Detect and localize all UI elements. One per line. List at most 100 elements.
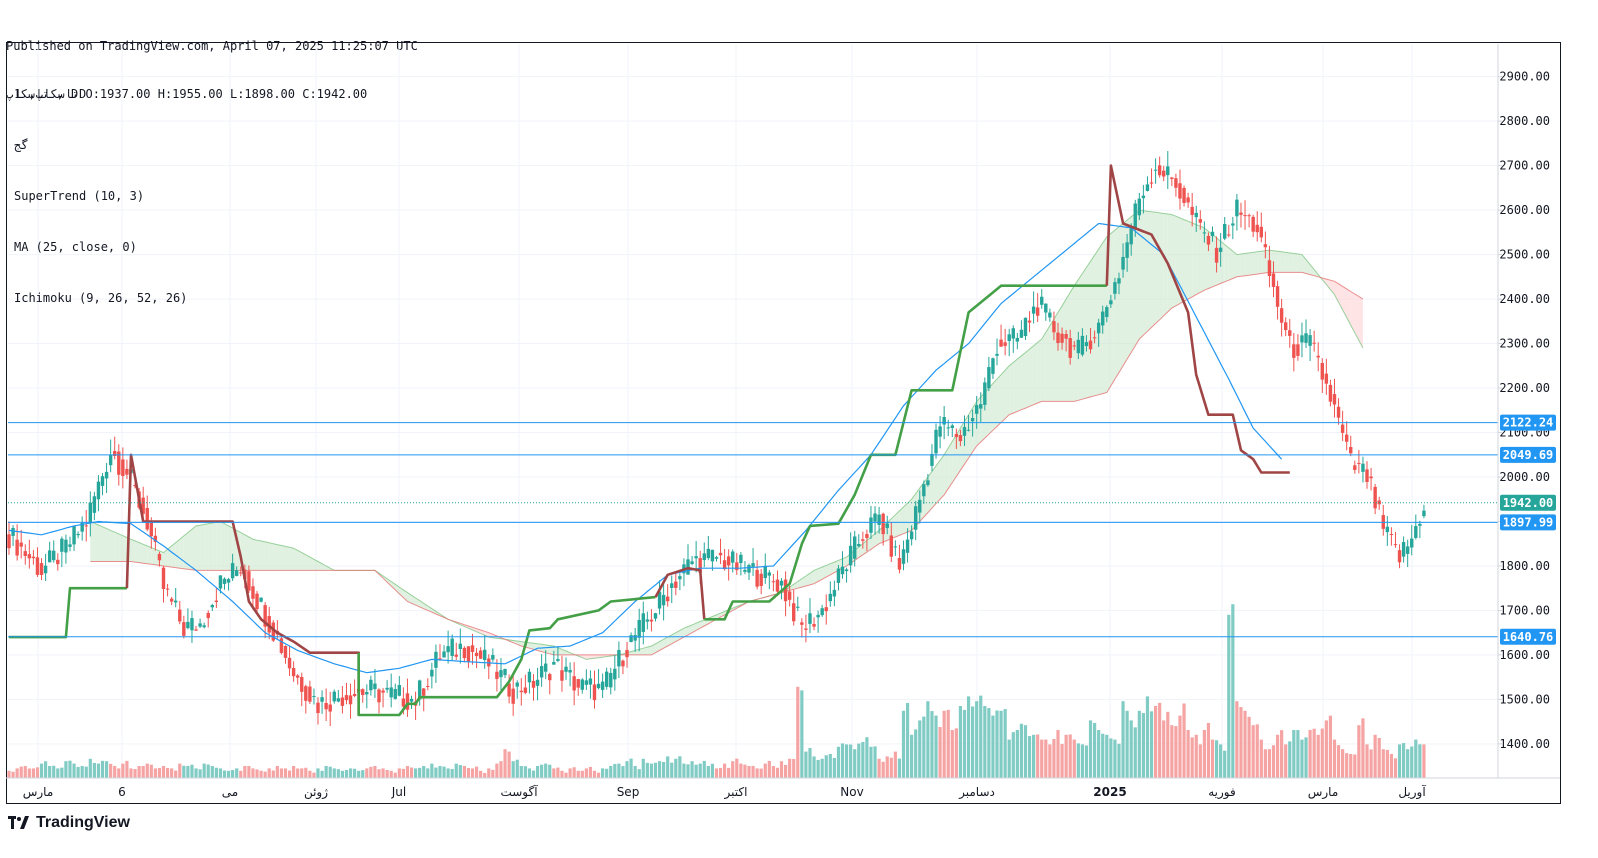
volume-bar <box>487 768 491 778</box>
time-tick-label: 2025 <box>1093 785 1126 799</box>
candle-body <box>783 579 788 602</box>
cloud-segment <box>297 550 302 571</box>
volume-bar <box>1003 709 1007 778</box>
volume-bar <box>255 769 259 778</box>
cloud-segment <box>191 525 197 571</box>
volume-bar <box>1410 746 1414 778</box>
candle-body <box>609 672 613 688</box>
cloud-segment <box>1062 299 1067 402</box>
candle-body <box>1239 212 1243 215</box>
cloud-segment <box>952 434 957 483</box>
cloud-segment <box>1143 210 1148 336</box>
candle-body <box>714 557 719 559</box>
price-chart[interactable]: 1400.001500.001600.001700.001800.001900.… <box>0 0 1598 858</box>
indicator-supertrend[interactable]: SuperTrend (10, 3) <box>14 188 187 205</box>
candle-body <box>422 688 426 696</box>
cloud-segment <box>1001 370 1006 423</box>
candle-body <box>393 688 397 699</box>
candle-body <box>1080 335 1085 355</box>
volume-bar <box>605 768 609 778</box>
volume-bar <box>194 768 198 778</box>
volume-bar <box>930 711 934 778</box>
volume-bar <box>393 772 397 778</box>
cloud-segment <box>269 542 274 571</box>
volume-bar <box>1385 749 1389 778</box>
candle-body <box>255 593 259 610</box>
cloud-segment <box>1297 254 1302 273</box>
volume-bar <box>1308 730 1312 778</box>
volume-bar <box>637 769 641 778</box>
volume-bar <box>332 768 336 778</box>
candle-body <box>1414 526 1418 538</box>
candle-body <box>287 657 292 669</box>
volume-bar <box>869 746 873 778</box>
volume-bar <box>568 768 572 778</box>
candle-body <box>1084 342 1089 347</box>
cloud-segment <box>208 522 213 571</box>
volume-bar <box>649 763 654 778</box>
candle-body <box>958 435 963 442</box>
candle-body <box>1214 247 1219 263</box>
volume-bar <box>519 766 523 778</box>
volume-bar <box>743 764 747 778</box>
candle-body <box>454 654 458 657</box>
volume-bar <box>796 686 800 778</box>
candle-body <box>206 612 210 619</box>
cloud-segment <box>252 539 258 571</box>
indicator-ichimoku[interactable]: Ichimoku (9, 26, 52, 26) <box>14 290 187 307</box>
candle-body <box>39 563 44 575</box>
candle-body <box>312 696 316 698</box>
volume-bar <box>971 706 975 778</box>
candle-body <box>751 563 755 567</box>
candle-body <box>1113 282 1117 294</box>
volume-bar <box>678 756 682 778</box>
cloud-segment <box>281 545 286 571</box>
candle-body <box>710 549 715 562</box>
volume-bar <box>698 763 702 778</box>
candles <box>7 151 1426 726</box>
volume-bar <box>409 767 414 778</box>
candle-body <box>1255 224 1259 233</box>
volume-bar <box>178 763 182 778</box>
volume-bar <box>243 766 247 778</box>
volume-bar <box>767 760 771 778</box>
symbol-subtitle: گج <box>14 138 29 152</box>
volume-bar <box>966 696 971 778</box>
volume-bar <box>52 765 56 778</box>
volume-bar <box>849 744 853 778</box>
candle-body <box>291 667 296 677</box>
candle-body <box>621 660 625 667</box>
volume-bar <box>1072 739 1076 778</box>
candle-body <box>88 502 93 523</box>
volume-bar <box>35 767 40 778</box>
volume-bar <box>975 701 979 778</box>
volume-bar <box>479 770 483 778</box>
candle-body <box>1178 183 1182 199</box>
volume-bar <box>320 770 324 778</box>
volume-bar <box>259 770 263 778</box>
volume-bar <box>775 767 780 778</box>
volume-bar <box>446 768 450 778</box>
volume-bar <box>1219 744 1223 778</box>
candle-body <box>515 682 519 687</box>
cloud-segment <box>216 521 221 571</box>
candle-body <box>1040 296 1044 305</box>
candle-body <box>934 429 938 454</box>
candle-body <box>617 650 621 667</box>
volume-bar <box>43 761 48 778</box>
cloud-segment <box>1094 249 1099 396</box>
price-tick-label: 2500.00 <box>1499 248 1550 262</box>
volume-bar <box>1194 734 1198 778</box>
candle-body <box>503 668 507 676</box>
volume-bar <box>1153 706 1158 778</box>
candle-body <box>446 646 450 653</box>
tradingview-logo[interactable]: TradingView <box>8 814 130 832</box>
indicator-ma[interactable]: MA (25, close, 0) <box>14 239 187 256</box>
volume-bar <box>60 767 64 778</box>
candle-body <box>230 563 235 579</box>
candle-body <box>1153 169 1158 171</box>
candle-body <box>340 697 345 706</box>
candle-body <box>35 557 40 575</box>
supertrend-up-line <box>9 586 127 639</box>
cloud-segment <box>118 533 123 562</box>
